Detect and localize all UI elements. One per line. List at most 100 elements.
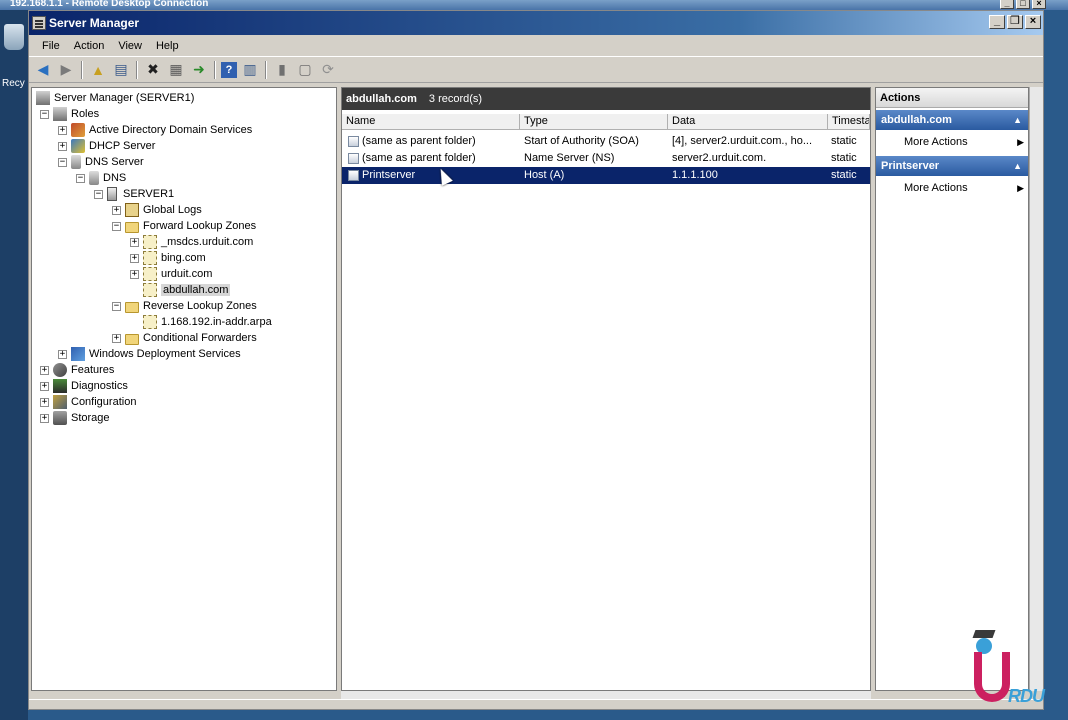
collapse-icon[interactable]: − [40, 109, 49, 119]
collapse-icon[interactable]: − [58, 157, 67, 167]
rdp-maximize-button[interactable]: □ [1016, 0, 1030, 9]
record-row[interactable]: (same as parent folder) Name Server (NS)… [342, 150, 870, 167]
tree-node-dns-server[interactable]: − DNS Server [58, 154, 144, 170]
tree-node-server-manager[interactable]: Server Manager (SERVER1) [36, 90, 194, 106]
collapse-icon[interactable]: − [112, 221, 121, 231]
tree-node-roles[interactable]: − Roles [40, 106, 99, 122]
column-header-type[interactable]: Type [520, 114, 668, 130]
record-icon [348, 136, 359, 147]
tree-node-label: DNS Server [85, 156, 144, 168]
tree-node-reverse-zone[interactable]: 1.168.192.in-addr.arpa [130, 314, 272, 330]
dhcp-icon [71, 139, 85, 153]
tree-node-abdullah[interactable]: abdullah.com [130, 282, 231, 298]
column-header-data[interactable]: Data [668, 114, 828, 130]
action-label: More Actions [904, 136, 968, 148]
delete-icon[interactable]: ✖ [143, 60, 163, 80]
tree-node-reverse-zones[interactable]: − Reverse Lookup Zones [112, 298, 257, 314]
expand-icon[interactable]: + [58, 349, 67, 359]
column-header-timestamp[interactable]: Timestamp [828, 114, 870, 130]
window-title: Server Manager [49, 16, 140, 30]
active-directory-icon [71, 123, 85, 137]
menu-bar: File Action View Help [29, 35, 1043, 57]
menu-action[interactable]: Action [67, 40, 112, 52]
expand-icon[interactable]: + [40, 365, 49, 375]
tree-node-conditional-forwarders[interactable]: + Conditional Forwarders [112, 330, 257, 346]
expand-icon[interactable]: + [112, 333, 121, 343]
close-button[interactable]: × [1025, 15, 1041, 29]
view-icon[interactable]: ▥ [240, 60, 260, 80]
tree-node-features[interactable]: + Features [40, 362, 114, 378]
minimize-button[interactable]: _ [989, 15, 1005, 29]
expand-icon[interactable]: + [58, 141, 67, 151]
new-record-icon[interactable]: ▢ [295, 60, 315, 80]
more-actions-record[interactable]: More Actions ▶ [876, 176, 1028, 200]
expand-icon[interactable]: + [40, 381, 49, 391]
back-icon[interactable]: ◀ [33, 60, 53, 80]
forward-icon[interactable]: ▶ [56, 60, 76, 80]
actions-group-record[interactable]: Printserver ▲ [876, 156, 1028, 176]
more-actions-zone[interactable]: More Actions ▶ [876, 130, 1028, 154]
properties-icon[interactable]: ▦ [166, 60, 186, 80]
server-icon[interactable]: ▮ [272, 60, 292, 80]
column-headers: Name Type Data Timestamp [342, 114, 870, 130]
expand-icon[interactable]: + [40, 413, 49, 423]
collapse-caret-icon[interactable]: ▲ [1013, 156, 1022, 176]
export-list-icon[interactable]: ➜ [189, 60, 209, 80]
actions-title: Actions [876, 88, 1028, 108]
tree-node-label: Reverse Lookup Zones [143, 300, 257, 312]
expand-icon[interactable]: + [130, 253, 139, 263]
tree-node-wds[interactable]: + Windows Deployment Services [58, 346, 241, 362]
tree-node-diagnostics[interactable]: + Diagnostics [40, 378, 128, 394]
folder-icon [125, 301, 139, 313]
tree-node-msdcs[interactable]: + _msdcs.urduit.com [130, 234, 253, 250]
collapse-icon[interactable]: − [76, 173, 85, 183]
tree-node-global-logs[interactable]: + Global Logs [112, 202, 202, 218]
menu-help[interactable]: Help [149, 40, 186, 52]
tree-node-label: Server Manager (SERVER1) [54, 92, 195, 104]
tree-node-forward-zones[interactable]: − Forward Lookup Zones [112, 218, 256, 234]
expand-icon[interactable]: + [130, 237, 139, 247]
tree-node-label: Storage [71, 412, 110, 424]
tree-node-server1[interactable]: − SERVER1 [94, 186, 174, 202]
record-data: server2.urduit.com. [672, 152, 767, 164]
tree-node-adds[interactable]: + Active Directory Domain Services [58, 122, 252, 138]
console-tree: Server Manager (SERVER1) − Roles + Activ… [31, 87, 337, 691]
record-timestamp: static [831, 135, 857, 147]
expand-icon[interactable]: + [40, 397, 49, 407]
collapse-icon[interactable]: − [112, 301, 121, 311]
tree-node-configuration[interactable]: + Configuration [40, 394, 136, 410]
refresh-icon[interactable]: ⟳ [318, 60, 338, 80]
actions-group-zone[interactable]: abdullah.com ▲ [876, 110, 1028, 130]
help-icon[interactable]: ? [221, 61, 237, 78]
tree-node-urduit[interactable]: + urduit.com [130, 266, 212, 282]
tree-node-label: bing.com [161, 252, 206, 264]
show-hide-tree-icon[interactable]: ▤ [111, 60, 131, 80]
menu-view[interactable]: View [111, 40, 149, 52]
collapse-caret-icon[interactable]: ▲ [1013, 110, 1022, 130]
dns-server-icon [71, 155, 81, 169]
expand-icon[interactable]: + [130, 269, 139, 279]
rdp-minimize-button[interactable]: _ [1000, 0, 1014, 9]
up-folder-icon[interactable]: ▲ [88, 60, 108, 80]
expand-icon[interactable]: + [58, 125, 67, 135]
record-row[interactable]: (same as parent folder) Start of Authori… [342, 133, 870, 150]
record-timestamp: static [831, 152, 857, 164]
record-type: Start of Authority (SOA) [524, 135, 639, 147]
tree-node-dns[interactable]: − DNS [76, 170, 126, 186]
record-row-selected[interactable]: Printserver Host (A) 1.1.1.100 static [342, 167, 870, 184]
tree-node-dhcp[interactable]: + DHCP Server [58, 138, 155, 154]
tree-node-storage[interactable]: + Storage [40, 410, 110, 426]
tree-node-label: DHCP Server [89, 140, 156, 152]
collapse-icon[interactable]: − [94, 189, 103, 199]
vertical-scrollbar[interactable] [1029, 87, 1043, 691]
recycle-bin-icon[interactable] [4, 24, 24, 50]
zone-icon [143, 267, 157, 281]
expand-icon[interactable]: + [112, 205, 121, 215]
tree-node-bing[interactable]: + bing.com [130, 250, 206, 266]
restore-button[interactable]: ❐ [1007, 15, 1023, 29]
horizontal-scrollbar[interactable] [341, 691, 871, 699]
rdp-close-button[interactable]: × [1032, 0, 1046, 9]
column-header-name[interactable]: Name [342, 114, 520, 130]
menu-file[interactable]: File [35, 40, 67, 52]
tree-node-label: abdullah.com [161, 284, 231, 296]
